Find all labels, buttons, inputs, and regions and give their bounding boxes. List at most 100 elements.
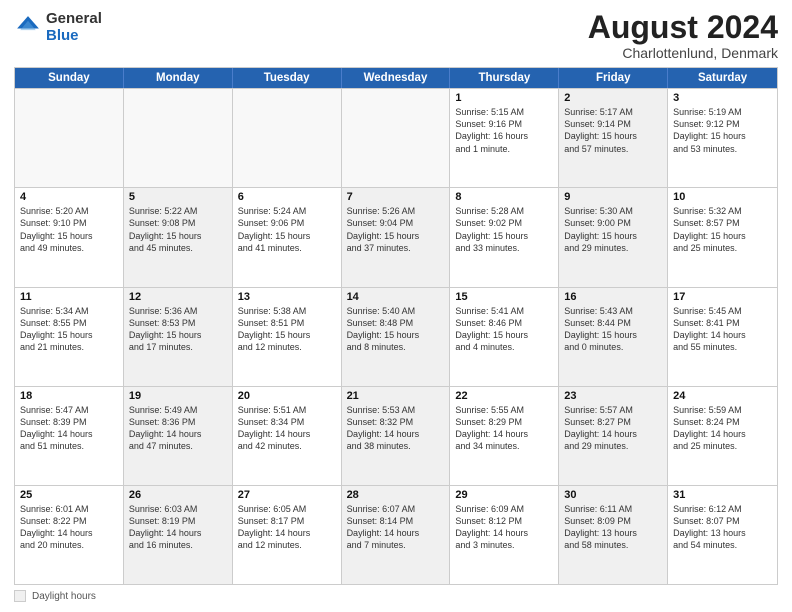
cell-5-3: 27 Sunrise: 6:05 AM Sunset: 8:17 PM Dayli…	[233, 486, 342, 584]
cell-2-1: 4Sunrise: 5:20 AM Sunset: 9:10 PM Daylig…	[15, 188, 124, 286]
logo-general: General	[46, 10, 102, 27]
cell-text: Sunrise: 5:26 AM Sunset: 9:04 PM Dayligh…	[347, 205, 445, 254]
location: Charlottenlund, Denmark	[588, 45, 778, 61]
logo: General Blue	[14, 10, 102, 45]
cell-text: Sunrise: 5:51 AM Sunset: 8:34 PM Dayligh…	[238, 404, 336, 453]
day-number: 8	[455, 191, 553, 203]
cell-text: Sunrise: 5:49 AM Sunset: 8:36 PM Dayligh…	[129, 404, 227, 453]
cell-text: Sunrise: 5:55 AM Sunset: 8:29 PM Dayligh…	[455, 404, 553, 453]
header-wednesday: Wednesday	[342, 68, 451, 88]
calendar-body: 1 Sunrise: 5:15 AM Sunset: 9:16 PM Daylig…	[15, 88, 777, 584]
cell-text: Sunrise: 5:43 AM Sunset: 8:44 PM Dayligh…	[564, 305, 662, 354]
header-sunday: Sunday	[15, 68, 124, 88]
cell-text: Sunrise: 5:19 AM Sunset: 9:12 PM Dayligh…	[673, 106, 772, 155]
cell-text: Sunrise: 5:47 AM Sunset: 8:39 PM Dayligh…	[20, 404, 118, 453]
cell-5-1: 25 Sunrise: 6:01 AM Sunset: 8:22 PM Dayli…	[15, 486, 124, 584]
week-1: 1 Sunrise: 5:15 AM Sunset: 9:16 PM Daylig…	[15, 88, 777, 187]
day-number: 21	[347, 390, 445, 402]
cell-3-7: 17Sunrise: 5:45 AM Sunset: 8:41 PM Dayli…	[668, 288, 777, 386]
cell-1-3	[233, 89, 342, 187]
page: General Blue August 2024 Charlottenlund,…	[0, 0, 792, 612]
cell-text: Sunrise: 5:40 AM Sunset: 8:48 PM Dayligh…	[347, 305, 445, 354]
week-2: 4Sunrise: 5:20 AM Sunset: 9:10 PM Daylig…	[15, 187, 777, 286]
cell-text: Sunrise: 5:30 AM Sunset: 9:00 PM Dayligh…	[564, 205, 662, 254]
cell-text: Sunrise: 6:09 AM Sunset: 8:12 PM Dayligh…	[455, 503, 553, 552]
cell-2-7: 10Sunrise: 5:32 AM Sunset: 8:57 PM Dayli…	[668, 188, 777, 286]
title-area: August 2024 Charlottenlund, Denmark	[588, 10, 778, 61]
day-number: 5	[129, 191, 227, 203]
cell-3-3: 13 Sunrise: 5:38 AM Sunset: 8:51 PM Dayli…	[233, 288, 342, 386]
cell-1-7: 3Sunrise: 5:19 AM Sunset: 9:12 PM Daylig…	[668, 89, 777, 187]
cell-text: Sunrise: 5:59 AM Sunset: 8:24 PM Dayligh…	[673, 404, 772, 453]
day-number: 16	[564, 291, 662, 303]
logo-icon	[14, 13, 42, 41]
cell-text: Sunrise: 5:28 AM Sunset: 9:02 PM Dayligh…	[455, 205, 553, 254]
day-number: 29	[455, 489, 553, 501]
cell-3-4: 14 Sunrise: 5:40 AM Sunset: 8:48 PM Dayli…	[342, 288, 451, 386]
day-number: 28	[347, 489, 445, 501]
cell-text: Sunrise: 6:05 AM Sunset: 8:17 PM Dayligh…	[238, 503, 336, 552]
header-friday: Friday	[559, 68, 668, 88]
cell-text: Sunrise: 5:57 AM Sunset: 8:27 PM Dayligh…	[564, 404, 662, 453]
cell-2-3: 6 Sunrise: 5:24 AM Sunset: 9:06 PM Daylig…	[233, 188, 342, 286]
cell-1-6: 2Sunrise: 5:17 AM Sunset: 9:14 PM Daylig…	[559, 89, 668, 187]
cell-text: Sunrise: 5:20 AM Sunset: 9:10 PM Dayligh…	[20, 205, 118, 254]
day-number: 13	[238, 291, 336, 303]
day-number: 7	[347, 191, 445, 203]
cell-text: Sunrise: 5:38 AM Sunset: 8:51 PM Dayligh…	[238, 305, 336, 354]
cell-4-4: 21Sunrise: 5:53 AM Sunset: 8:32 PM Dayli…	[342, 387, 451, 485]
cell-text: Sunrise: 6:01 AM Sunset: 8:22 PM Dayligh…	[20, 503, 118, 552]
header: General Blue August 2024 Charlottenlund,…	[14, 10, 778, 61]
day-number: 9	[564, 191, 662, 203]
cell-text: Sunrise: 6:12 AM Sunset: 8:07 PM Dayligh…	[673, 503, 772, 552]
header-monday: Monday	[124, 68, 233, 88]
cell-5-6: 30Sunrise: 6:11 AM Sunset: 8:09 PM Dayli…	[559, 486, 668, 584]
day-number: 19	[129, 390, 227, 402]
week-3: 11 Sunrise: 5:34 AM Sunset: 8:55 PM Dayli…	[15, 287, 777, 386]
day-number: 31	[673, 489, 772, 501]
cell-2-4: 7 Sunrise: 5:26 AM Sunset: 9:04 PM Daylig…	[342, 188, 451, 286]
day-number: 1	[455, 92, 553, 104]
cell-3-5: 15 Sunrise: 5:41 AM Sunset: 8:46 PM Dayli…	[450, 288, 559, 386]
cell-1-5: 1 Sunrise: 5:15 AM Sunset: 9:16 PM Daylig…	[450, 89, 559, 187]
day-number: 18	[20, 390, 118, 402]
cell-text: Sunrise: 5:24 AM Sunset: 9:06 PM Dayligh…	[238, 205, 336, 254]
month-title: August 2024	[588, 10, 778, 45]
cell-1-4	[342, 89, 451, 187]
day-number: 17	[673, 291, 772, 303]
cell-4-6: 23Sunrise: 5:57 AM Sunset: 8:27 PM Dayli…	[559, 387, 668, 485]
header-tuesday: Tuesday	[233, 68, 342, 88]
day-number: 27	[238, 489, 336, 501]
cell-text: Sunrise: 5:15 AM Sunset: 9:16 PM Dayligh…	[455, 106, 553, 155]
cell-2-6: 9 Sunrise: 5:30 AM Sunset: 9:00 PM Daylig…	[559, 188, 668, 286]
day-number: 25	[20, 489, 118, 501]
day-number: 14	[347, 291, 445, 303]
cell-2-2: 5 Sunrise: 5:22 AM Sunset: 9:08 PM Daylig…	[124, 188, 233, 286]
day-number: 20	[238, 390, 336, 402]
daylight-box	[14, 590, 26, 602]
day-number: 30	[564, 489, 662, 501]
calendar-header: Sunday Monday Tuesday Wednesday Thursday…	[15, 68, 777, 88]
cell-text: Sunrise: 5:34 AM Sunset: 8:55 PM Dayligh…	[20, 305, 118, 354]
cell-4-3: 20 Sunrise: 5:51 AM Sunset: 8:34 PM Dayli…	[233, 387, 342, 485]
cell-text: Sunrise: 5:22 AM Sunset: 9:08 PM Dayligh…	[129, 205, 227, 254]
day-number: 26	[129, 489, 227, 501]
header-thursday: Thursday	[450, 68, 559, 88]
cell-1-2	[124, 89, 233, 187]
logo-blue: Blue	[46, 27, 79, 44]
cell-3-2: 12Sunrise: 5:36 AM Sunset: 8:53 PM Dayli…	[124, 288, 233, 386]
cell-1-1	[15, 89, 124, 187]
logo-text: General Blue	[46, 10, 102, 45]
cell-5-5: 29 Sunrise: 6:09 AM Sunset: 8:12 PM Dayli…	[450, 486, 559, 584]
day-number: 22	[455, 390, 553, 402]
cell-4-1: 18 Sunrise: 5:47 AM Sunset: 8:39 PM Dayli…	[15, 387, 124, 485]
day-number: 15	[455, 291, 553, 303]
day-number: 6	[238, 191, 336, 203]
cell-5-2: 26Sunrise: 6:03 AM Sunset: 8:19 PM Dayli…	[124, 486, 233, 584]
cell-4-5: 22 Sunrise: 5:55 AM Sunset: 8:29 PM Dayli…	[450, 387, 559, 485]
day-number: 11	[20, 291, 118, 303]
footer-label: Daylight hours	[32, 591, 96, 602]
cell-3-6: 16 Sunrise: 5:43 AM Sunset: 8:44 PM Dayli…	[559, 288, 668, 386]
cell-text: Sunrise: 5:36 AM Sunset: 8:53 PM Dayligh…	[129, 305, 227, 354]
cell-text: Sunrise: 5:41 AM Sunset: 8:46 PM Dayligh…	[455, 305, 553, 354]
